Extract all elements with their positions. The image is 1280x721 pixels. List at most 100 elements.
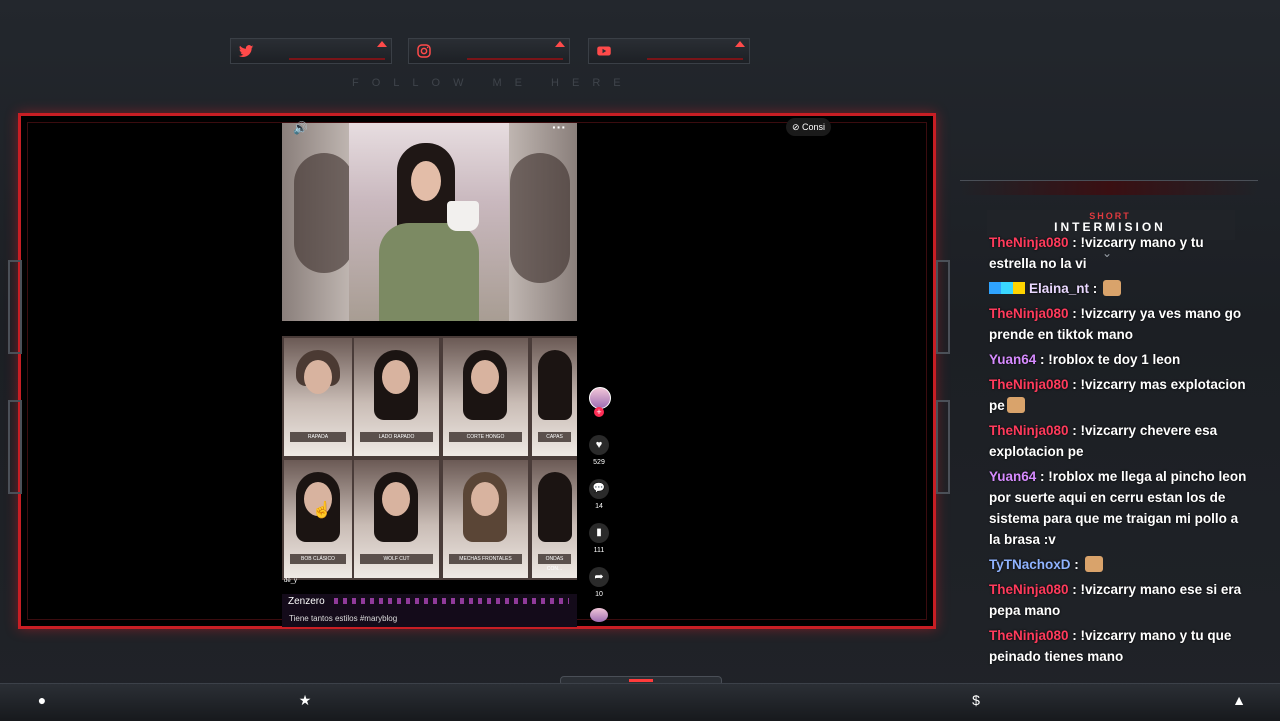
grid-item-label: MECHAS FRONTALES [449, 554, 522, 564]
follow-me-text: FOLLOW ME HERE [352, 77, 634, 89]
twitter-icon [238, 45, 254, 58]
dollar-icon: $ [972, 692, 980, 708]
youtube-bar[interactable] [588, 38, 750, 64]
right-frame-decoration-lower [936, 400, 950, 494]
chat-text: : [1070, 557, 1083, 572]
twitter-bar-line [289, 58, 385, 60]
chat-username[interactable]: TheNinja080 [989, 423, 1069, 438]
chat-top-decoration [960, 180, 1258, 195]
chat-username[interactable]: TheNinja080 [989, 582, 1069, 597]
blurred-face-left [294, 153, 354, 273]
instagram-bar-line [467, 58, 563, 60]
youtube-bar-line [647, 58, 743, 60]
bottom-bar [0, 683, 1280, 721]
share-count: 10 [595, 591, 603, 598]
grid-item: ONDAS CON... [532, 460, 577, 578]
chat-message: TheNinja080 : !vizcarry mano ese si era … [989, 579, 1250, 621]
chat-message: Yuan64 : !roblox me llega al pincho leon… [989, 466, 1250, 550]
grid-item: RAPADA [284, 338, 352, 456]
person-sweater [379, 223, 479, 321]
chat-emote-icon [1006, 397, 1025, 413]
save-count: 111 [593, 547, 605, 554]
grid-item-face [304, 360, 332, 394]
grid-item-label: ONDAS CON... [538, 554, 571, 572]
chat-username[interactable]: TheNinja080 [989, 628, 1069, 643]
grid-item: MECHAS FRONTALES [443, 460, 528, 578]
chat-username[interactable]: TheNinja080 [989, 235, 1069, 250]
chat-message: TheNinja080 : !vizcarry mano y tu estrel… [989, 232, 1250, 274]
bookmark-icon: ▮ [589, 523, 609, 543]
chat-username[interactable]: Yuan64 [989, 352, 1036, 367]
left-frame-decoration-lower [8, 400, 22, 494]
consult-label: Consi [802, 122, 826, 132]
chat-message: TheNinja080 : !vizcarry chevere esa expl… [989, 420, 1250, 462]
volume-icon[interactable]: 🔊 [293, 121, 308, 135]
comment-icon: 💬 [589, 479, 609, 499]
grid-item-face [471, 360, 499, 394]
follow-plus-icon[interactable]: + [594, 407, 604, 417]
grid-item-label: LADO RAPADO [360, 432, 433, 442]
instagram-icon [417, 44, 431, 58]
coffee-mug [447, 201, 479, 231]
video-top-photo [282, 123, 577, 321]
chat-messages: TheNinja080 : !vizcarry mano y tu estrel… [984, 232, 1250, 671]
share-icon: ➦ [589, 567, 609, 587]
chat-text: : [1089, 281, 1102, 296]
chat-emote-icon [1103, 280, 1122, 296]
chat-message: Elaina_nt : [989, 278, 1250, 299]
chat-message: TheNinja080 : !vizcarry mas explotacion … [989, 374, 1250, 416]
chat-username[interactable]: Yuan64 [989, 469, 1036, 484]
grid-item-hair [538, 472, 572, 542]
hairstyle-grid: RAPADA LADO RAPADO CORTE HONGO CAPAS BOB… [282, 336, 577, 584]
grid-item: WOLF CUT [354, 460, 439, 578]
grid-item-face [471, 482, 499, 516]
more-options-icon[interactable]: ··· [552, 119, 566, 135]
grid-item-label: CORTE HONGO [449, 432, 522, 442]
blurred-face-right [510, 153, 570, 283]
chat-text: : !roblox te doy 1 leon [1036, 352, 1181, 367]
video-caption-area: Zenzero Tiene tantos estilos #maryblog [282, 594, 577, 627]
creator-avatar[interactable] [589, 387, 611, 409]
chat-username[interactable]: TheNinja080 [989, 377, 1069, 392]
chat-message: TheNinja080 : !vizcarry mano y tu que pe… [989, 625, 1250, 667]
chat-emote-icon [1084, 556, 1103, 572]
twitter-bar-marker [377, 41, 387, 47]
share-button[interactable]: ➦ 10 [588, 567, 610, 598]
youtube-icon [597, 46, 611, 56]
person-face [411, 161, 441, 201]
grid-item-face [382, 360, 410, 394]
instagram-bar[interactable] [408, 38, 570, 64]
consult-icon: ⊘ [792, 122, 803, 132]
grid-side-text: de_y [284, 578, 298, 584]
chat-username[interactable]: TyTNachoxD [989, 557, 1071, 572]
grid-item: LADO RAPADO [354, 338, 439, 456]
chat-username[interactable]: TheNinja080 [989, 306, 1069, 321]
comment-count: 14 [595, 503, 603, 510]
like-button[interactable]: ♥ 529 [588, 435, 610, 466]
grid-item-label: RAPADA [290, 432, 346, 442]
save-button[interactable]: ▮ 111 [588, 523, 610, 554]
instagram-bar-marker [555, 41, 565, 47]
grid-item-face [382, 482, 410, 516]
grid-item: CORTE HONGO [443, 338, 528, 456]
chat-message: Yuan64 : !roblox te doy 1 leon [989, 349, 1250, 370]
emoji-row [334, 598, 569, 604]
grid-item-hair [538, 350, 572, 420]
comment-button[interactable]: 💬 14 [588, 479, 610, 510]
grid-item-label: BOB CLÁSICO [290, 554, 346, 564]
bottom-center-accent [629, 679, 653, 682]
photo-center [349, 123, 509, 321]
star-icon: ★ [298, 692, 312, 708]
user-icon: ● [37, 692, 47, 708]
consult-button[interactable]: ⊘ Consi [786, 118, 832, 136]
music-disc-icon[interactable] [590, 608, 608, 622]
right-frame-decoration [936, 260, 950, 354]
chat-message: TyTNachoxD : [989, 554, 1250, 575]
grid-item-label: CAPAS [538, 432, 571, 442]
twitter-bar[interactable] [230, 38, 392, 64]
chat-username[interactable]: Elaina_nt [1029, 281, 1089, 296]
grid-item: CAPAS [532, 338, 577, 456]
heart-icon: ♥ [589, 435, 609, 455]
video-author[interactable]: Zenzero [288, 596, 325, 607]
chat-message: TheNinja080 : !vizcarry ya ves mano go p… [989, 303, 1250, 345]
